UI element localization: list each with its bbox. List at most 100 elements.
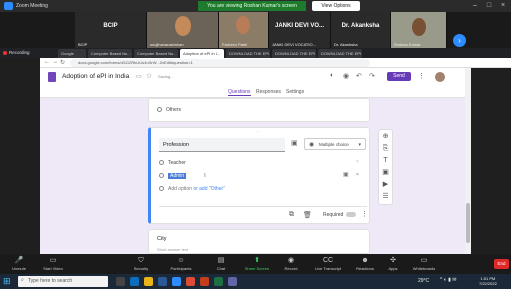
question-card[interactable]: City Short answer text xyxy=(148,229,370,254)
add-option-link[interactable]: Add option xyxy=(168,186,192,192)
browser-tab[interactable]: DOWNLOAD THE EPI xyxy=(226,49,270,58)
chat-button[interactable]: ▤ Chat xyxy=(204,254,238,274)
chrome-icon[interactable] xyxy=(186,277,195,286)
forms-logo-icon xyxy=(48,72,56,82)
preview-icon[interactable]: ◉ xyxy=(343,72,349,80)
share-screen-button[interactable]: ⬆ Share Screen xyxy=(240,254,274,274)
folder-icon[interactable]: ▭ xyxy=(136,73,142,80)
participants-button[interactable]: ☺ Participants xyxy=(164,254,198,274)
toolbar-label: Participants xyxy=(170,266,192,271)
toolbar-label: Whiteboards xyxy=(412,266,436,271)
star-icon[interactable]: ☆ xyxy=(146,72,152,80)
excel-icon[interactable] xyxy=(214,277,223,286)
word-icon[interactable] xyxy=(158,277,167,286)
radio-icon xyxy=(157,107,162,113)
drag-handle-icon[interactable]: ⋯ xyxy=(255,129,260,135)
zoom-title-bar: Zoom Meeting You are viewing Roshan Kuma… xyxy=(0,0,511,12)
windows-taskbar: ⊞ Type here to search ⌕ 29°C ^ ◐ ▮ ✉ 1:5… xyxy=(0,274,511,289)
windows-start-icon[interactable]: ⊞ xyxy=(3,277,12,286)
participant-caption: Farheen Patel xyxy=(222,42,248,47)
form-title[interactable]: Adoption of ePI in India xyxy=(62,73,129,80)
whiteboards-button[interactable]: ▭ Whiteboards xyxy=(404,254,444,274)
weather-label[interactable]: 29°C xyxy=(418,278,429,284)
record-button[interactable]: ◉ Record xyxy=(274,254,308,274)
add-video-icon[interactable]: ▶ xyxy=(382,181,389,188)
tab-questions[interactable]: Questions xyxy=(228,89,251,96)
radio-option[interactable]: Admin I xyxy=(159,173,206,179)
participant-gallery: BCIP BCIP soujihanarasimhan Farheen Pate… xyxy=(0,12,511,48)
task-view-icon[interactable] xyxy=(116,277,125,286)
add-image-icon[interactable]: ▣ xyxy=(382,169,389,176)
taskbar-search-input[interactable]: Type here to search xyxy=(18,276,108,287)
browser-tab-active[interactable]: Adoption of ePI in I... xyxy=(180,49,224,58)
participant-tile[interactable]: Dr. Akanksha Dr. Akanksha xyxy=(331,12,391,48)
back-icon[interactable]: ← xyxy=(44,59,50,65)
participant-video xyxy=(412,18,426,36)
duplicate-icon[interactable]: ⧉ xyxy=(289,211,294,219)
browser-tab[interactable]: DOWNLOAD THE EPI xyxy=(318,49,362,58)
more-icon[interactable]: ⋮ xyxy=(361,210,368,218)
required-toggle[interactable] xyxy=(346,212,356,217)
avatar[interactable] xyxy=(435,72,445,82)
recording-label: Recording xyxy=(9,50,30,55)
participant-tile[interactable]: soujihanarasimhan xyxy=(147,12,219,48)
browser-tab[interactable]: Computer Based Nu... xyxy=(88,49,132,58)
zoom-app-icon[interactable] xyxy=(172,277,181,286)
participant-tile[interactable]: Roshan Kumar xyxy=(391,12,447,48)
add-other-link[interactable]: or add "Other" xyxy=(193,186,225,192)
question-type-select[interactable]: ◉ Multiple choice ▾ xyxy=(304,138,366,150)
palette-icon[interactable]: ◐ xyxy=(330,72,334,79)
reload-icon[interactable]: ↻ xyxy=(60,59,65,66)
edge-icon[interactable] xyxy=(130,277,139,286)
toolbar-label: Apps xyxy=(388,266,398,271)
question-card[interactable]: Others xyxy=(148,98,370,122)
teams-icon[interactable] xyxy=(228,277,237,286)
image-icon[interactable]: ▣ xyxy=(291,139,298,147)
scrollbar-thumb[interactable] xyxy=(466,203,470,243)
add-section-icon[interactable]: ☰ xyxy=(382,193,389,200)
add-option-row[interactable]: Add option or add "Other" xyxy=(159,186,225,192)
file-explorer-icon[interactable] xyxy=(144,277,153,286)
close-icon[interactable]: × xyxy=(498,1,508,11)
unmute-button[interactable]: 🎤 Unmute xyxy=(2,254,36,274)
more-icon[interactable]: ⋮ xyxy=(418,72,425,80)
import-questions-icon[interactable]: ⎘ xyxy=(382,145,389,152)
image-icon[interactable]: ▣ xyxy=(343,171,349,178)
add-title-icon[interactable]: T xyxy=(382,157,389,164)
gallery-next-icon[interactable]: › xyxy=(453,34,466,47)
browser-tab[interactable]: DOWNLOAD THE EPI xyxy=(272,49,316,58)
question-card-active[interactable]: ⋯ Profession ▣ ◉ Multiple choice ▾ Teach… xyxy=(148,127,370,224)
question-title: City xyxy=(157,236,167,242)
add-question-icon[interactable]: ⊕ xyxy=(382,133,389,140)
forward-icon[interactable]: → xyxy=(52,59,58,65)
participant-tile[interactable]: JANKI DEVI VO... JANKI DEVI VOCATIO... xyxy=(269,12,331,48)
question-title-input[interactable]: Profession xyxy=(159,138,285,152)
option-input[interactable]: Admin xyxy=(168,173,187,179)
powerpoint-icon[interactable] xyxy=(200,277,209,286)
participant-tile[interactable]: BCIP BCIP xyxy=(75,12,147,48)
send-button[interactable]: Send xyxy=(387,72,411,81)
security-button[interactable]: ⛉ Security xyxy=(124,254,158,274)
maximize-icon[interactable]: □ xyxy=(484,1,494,11)
browser-tab[interactable]: Computer Based Nu... xyxy=(134,49,178,58)
close-icon[interactable]: × xyxy=(356,172,359,178)
end-meeting-button[interactable]: End xyxy=(494,259,509,269)
minimize-icon[interactable]: – xyxy=(470,1,480,11)
participant-tile[interactable]: Farheen Patel xyxy=(219,12,269,48)
undo-icon[interactable]: ↶ xyxy=(356,72,362,80)
view-options-button[interactable]: View Options xyxy=(312,1,360,11)
delete-icon[interactable]: 🗑 xyxy=(303,211,312,219)
url-input[interactable]: docs.google.com/forms/d/1DZRkUUu4nSrW...… xyxy=(70,59,370,67)
browser-tab[interactable]: Google xyxy=(58,49,86,58)
short-answer-placeholder: Short answer text xyxy=(157,247,189,252)
tray-icons[interactable]: ^ ◐ ▮ ✉ xyxy=(440,277,456,283)
live-transcript-button[interactable]: CC Live Transcript xyxy=(308,254,348,274)
redo-icon[interactable]: ↷ xyxy=(369,72,375,80)
participant-video xyxy=(175,16,191,36)
radio-option[interactable]: Teacher xyxy=(159,160,186,166)
tab-settings[interactable]: Settings xyxy=(286,89,304,95)
tab-responses[interactable]: Responses xyxy=(256,89,281,95)
start-video-button[interactable]: ▭ Start Video xyxy=(36,254,70,274)
close-icon[interactable]: × xyxy=(356,159,359,165)
taskbar-clock[interactable]: 1:51 PM 7/22/2022 xyxy=(479,276,497,286)
